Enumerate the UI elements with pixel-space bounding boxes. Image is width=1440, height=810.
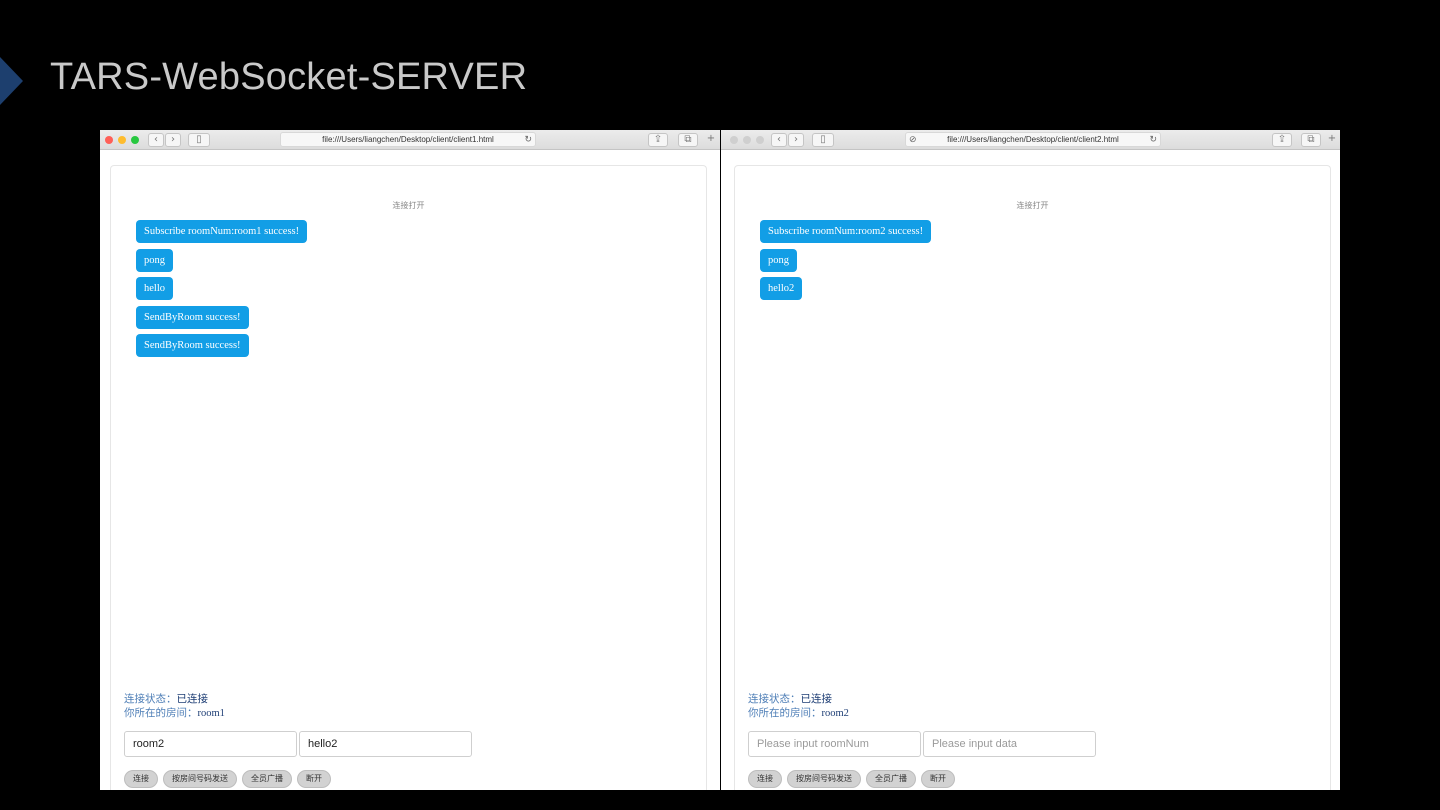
message-data-input[interactable] — [299, 731, 472, 757]
minimize-window-icon[interactable] — [118, 136, 126, 144]
address-url: file:///Users/liangchen/Desktop/client/c… — [947, 135, 1119, 144]
back-icon[interactable]: ‹ — [148, 133, 164, 147]
connection-status-value: 已连接 — [800, 694, 833, 705]
disconnect-button[interactable]: 断开 — [921, 770, 955, 788]
slide-title: TARS-WebSocket-SERVER — [50, 56, 528, 98]
message-bubble: Subscribe roomNum:room1 success! — [136, 220, 308, 243]
tabs-icon[interactable]: ⧉ — [678, 133, 698, 147]
broadcast-button[interactable]: 全员广播 — [242, 770, 292, 788]
status-panel: 连接状态：已连接 你所在的房间：room2 — [748, 693, 849, 721]
chat-page: 连接打开 Subscribe roomNum:room1 success! po… — [110, 165, 707, 790]
message-bubble: hello — [136, 277, 173, 301]
close-window-icon[interactable] — [730, 136, 738, 144]
address-bar[interactable]: ⊘ file:///Users/liangchen/Desktop/client… — [905, 132, 1161, 147]
zoom-window-icon[interactable] — [756, 136, 764, 144]
reload-icon[interactable]: ↻ — [524, 133, 532, 146]
browser-toolbar: ‹ › ▯ ⊘ file:///Users/liangchen/Desktop/… — [721, 130, 1340, 150]
chat-page: 连接打开 Subscribe roomNum:room2 success! po… — [734, 165, 1331, 790]
site-info-icon[interactable]: ⊘ — [909, 133, 917, 146]
message-bubble: pong — [760, 248, 797, 272]
message-bubble: Subscribe roomNum:room2 success! — [760, 220, 932, 243]
send-by-room-button[interactable]: 按房间号码发送 — [787, 770, 861, 788]
browser-window-client2: ‹ › ▯ ⊘ file:///Users/liangchen/Desktop/… — [721, 130, 1340, 790]
send-by-room-button[interactable]: 按房间号码发送 — [163, 770, 237, 788]
forward-icon[interactable]: › — [165, 133, 181, 147]
message-bubble: SendByRoom success! — [136, 305, 249, 329]
tabs-icon[interactable]: ⧉ — [1301, 133, 1321, 147]
browser-window-client1: ‹ › ▯ file:///Users/liangchen/Desktop/cl… — [100, 130, 720, 790]
sidebar-icon[interactable]: ▯ — [812, 133, 834, 147]
disconnect-button[interactable]: 断开 — [297, 770, 331, 788]
share-icon[interactable]: ⇪ — [648, 133, 668, 147]
message-list: Subscribe roomNum:room2 success! pong he… — [760, 220, 932, 306]
connection-open-text: 连接打开 — [1016, 201, 1049, 210]
room-label: 你所在的房间： — [748, 708, 822, 719]
connection-status-label: 连接状态： — [124, 694, 177, 705]
new-tab-icon[interactable]: + — [1325, 133, 1339, 147]
broadcast-button[interactable]: 全员广播 — [866, 770, 916, 788]
message-bubble: SendByRoom success! — [136, 334, 249, 358]
close-window-icon[interactable] — [105, 136, 113, 144]
reload-icon[interactable]: ↻ — [1149, 133, 1157, 146]
new-tab-icon[interactable]: + — [703, 133, 719, 147]
sidebar-icon[interactable]: ▯ — [188, 133, 210, 147]
connection-status-value: 已连接 — [176, 694, 209, 705]
action-buttons: 连接 按房间号码发送 全员广播 断开 — [748, 770, 955, 788]
connection-open-text: 连接打开 — [392, 201, 425, 210]
back-icon[interactable]: ‹ — [771, 133, 787, 147]
zoom-window-icon[interactable] — [131, 136, 139, 144]
message-list: Subscribe roomNum:room1 success! pong he… — [136, 220, 308, 363]
minimize-window-icon[interactable] — [743, 136, 751, 144]
share-icon[interactable]: ⇪ — [1272, 133, 1292, 147]
address-url: file:///Users/liangchen/Desktop/client/c… — [322, 135, 494, 144]
forward-icon[interactable]: › — [788, 133, 804, 147]
room-number-input[interactable] — [748, 731, 921, 757]
message-bubble: pong — [136, 248, 173, 272]
room-value: room1 — [197, 708, 225, 719]
address-bar[interactable]: file:///Users/liangchen/Desktop/client/c… — [280, 132, 536, 147]
browser-toolbar: ‹ › ▯ file:///Users/liangchen/Desktop/cl… — [100, 130, 720, 150]
connect-button[interactable]: 连接 — [748, 770, 782, 788]
connect-button[interactable]: 连接 — [124, 770, 158, 788]
message-data-input[interactable] — [923, 731, 1096, 757]
room-number-input[interactable] — [124, 731, 297, 757]
status-panel: 连接状态：已连接 你所在的房间：room1 — [124, 693, 225, 721]
message-bubble: hello2 — [760, 277, 803, 301]
connection-status-label: 连接状态： — [748, 694, 801, 705]
room-value: room2 — [821, 708, 849, 719]
action-buttons: 连接 按房间号码发送 全员广播 断开 — [124, 770, 331, 788]
slide-bullet-arrow — [0, 57, 23, 105]
room-label: 你所在的房间： — [124, 708, 198, 719]
